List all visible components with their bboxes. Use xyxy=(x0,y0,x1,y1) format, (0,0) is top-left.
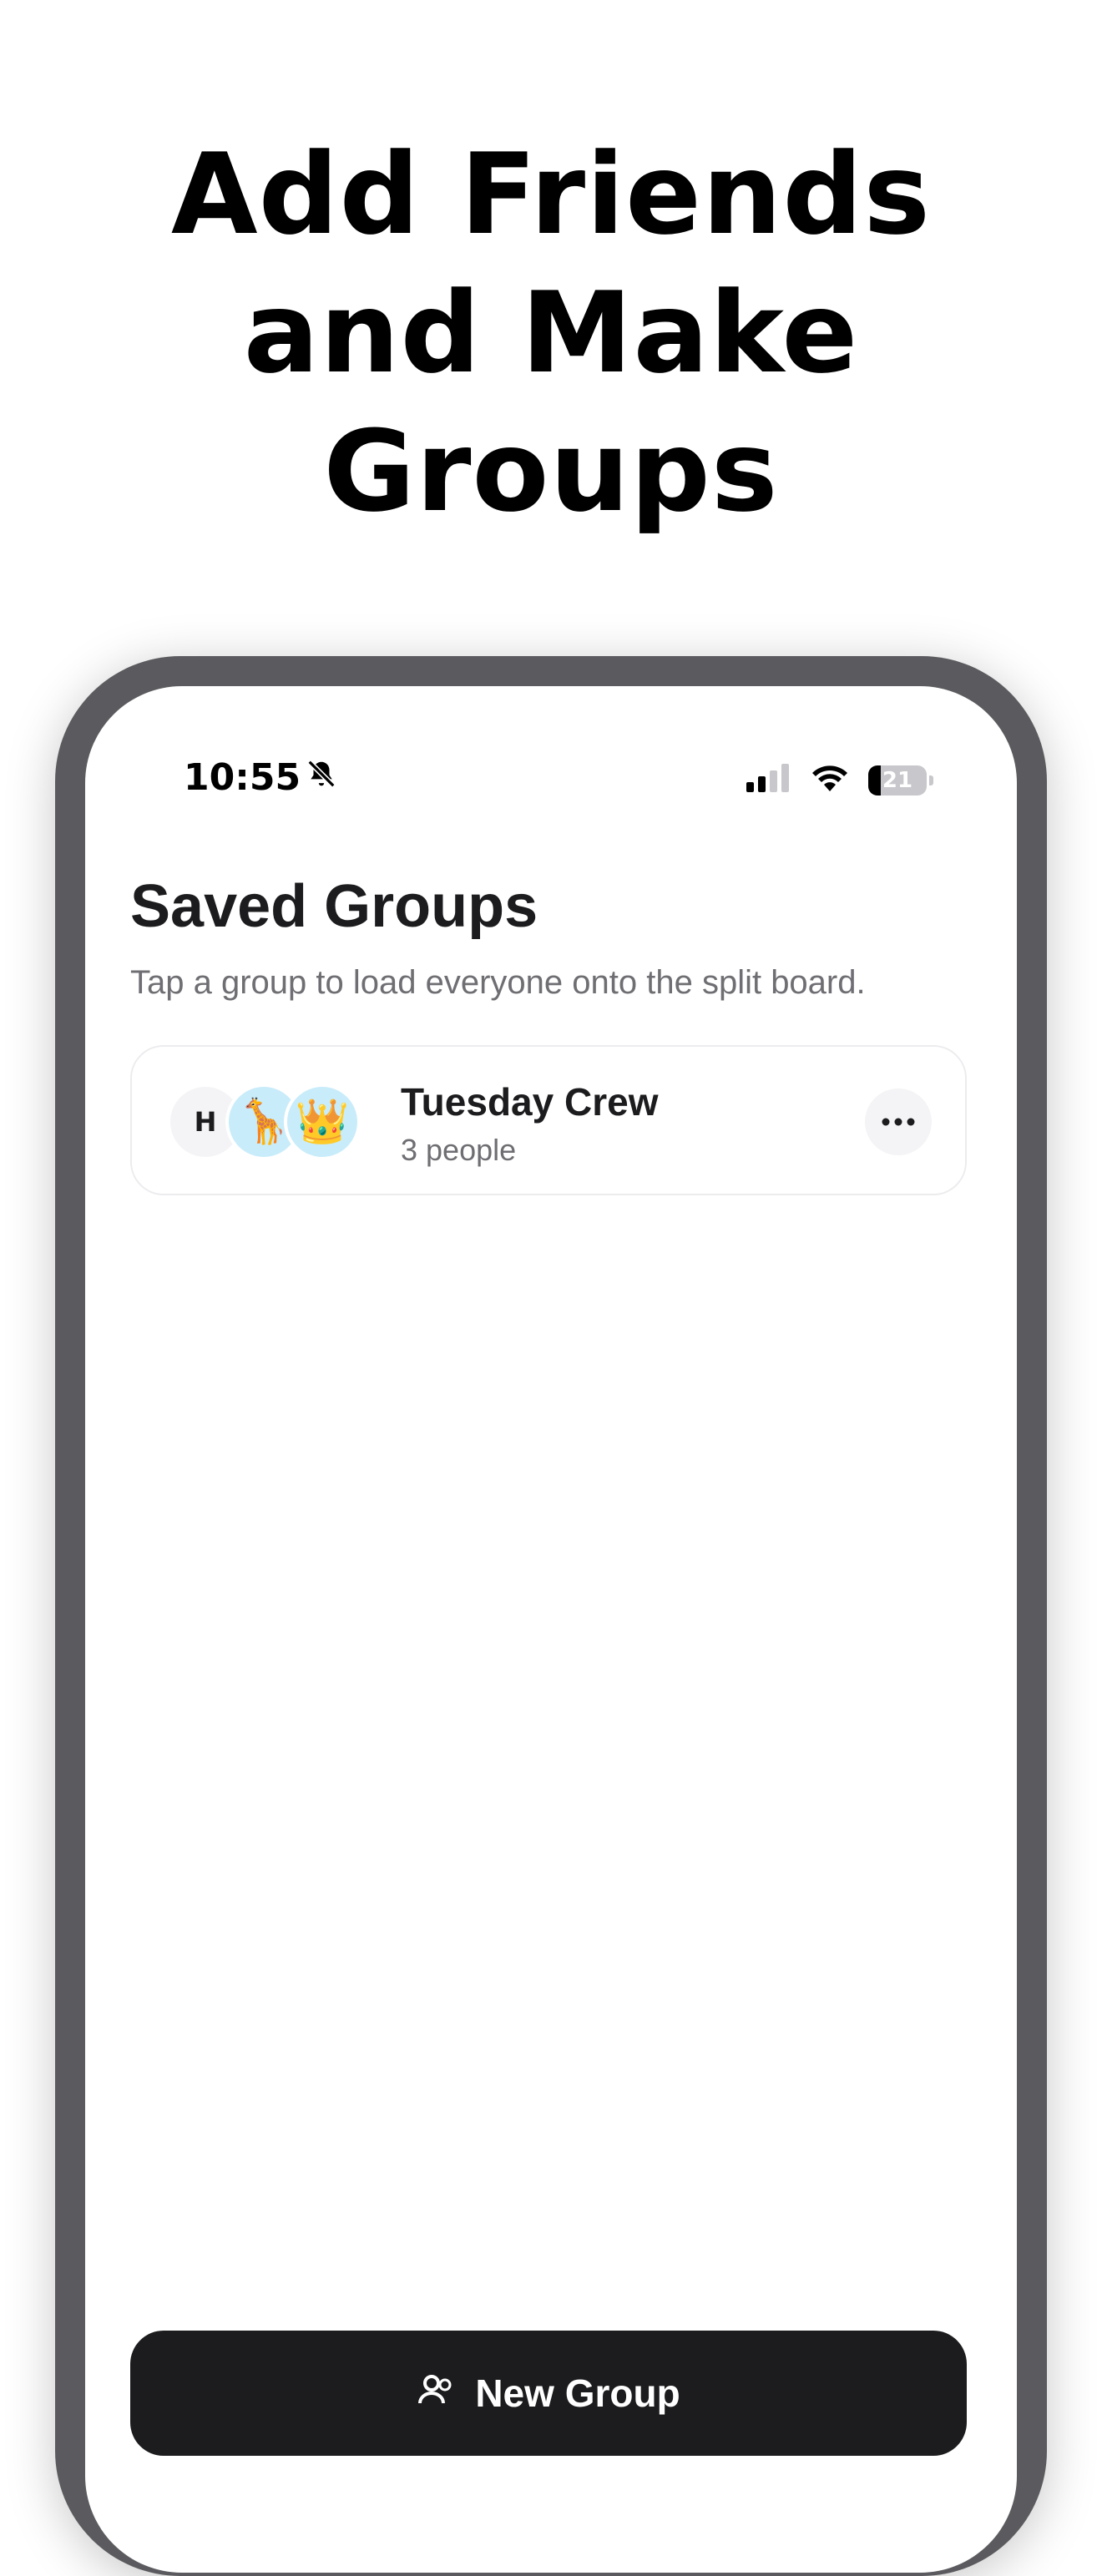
people-icon xyxy=(417,2371,457,2416)
group-name: Tuesday Crew xyxy=(401,1080,659,1124)
battery-cap xyxy=(929,775,933,785)
headline-line-3: Groups xyxy=(323,407,779,537)
phone-frame: 10:55 21 Saved Groups Tap a group to loa… xyxy=(55,656,1047,2576)
page-subtitle: Tap a group to load everyone onto the sp… xyxy=(130,964,866,1001)
status-time-text: 10:55 xyxy=(184,756,301,799)
cellular-signal-icon xyxy=(745,764,791,796)
group-more-button[interactable] xyxy=(865,1088,932,1155)
status-bar-time: 10:55 xyxy=(184,756,337,800)
ellipsis-icon xyxy=(882,1118,915,1126)
group-card[interactable]: H 🦒 👑 Tuesday Crew 3 people xyxy=(130,1045,967,1195)
headline-line-1: Add Friends xyxy=(170,129,932,260)
bell-slash-icon xyxy=(306,756,337,800)
phone-screen: 10:55 21 Saved Groups Tap a group to loa… xyxy=(85,686,1017,2573)
group-member-count: 3 people xyxy=(401,1133,517,1167)
status-bar-right: 21 xyxy=(745,763,933,797)
group-avatars: H 🦒 👑 xyxy=(167,1083,367,1160)
new-group-button[interactable]: New Group xyxy=(130,2331,967,2456)
battery-fill xyxy=(868,765,881,796)
marketing-headline: Add Friends and Make Groups xyxy=(0,125,1102,541)
battery-body: 21 xyxy=(868,765,927,796)
wifi-icon xyxy=(810,763,850,797)
battery-percent: 21 xyxy=(882,767,913,793)
new-group-button-label: New Group xyxy=(475,2371,680,2415)
battery-icon: 21 xyxy=(868,765,933,796)
headline-line-2: and Make xyxy=(243,268,859,398)
avatar-crown: 👑 xyxy=(284,1083,361,1160)
page-title: Saved Groups xyxy=(130,873,538,940)
